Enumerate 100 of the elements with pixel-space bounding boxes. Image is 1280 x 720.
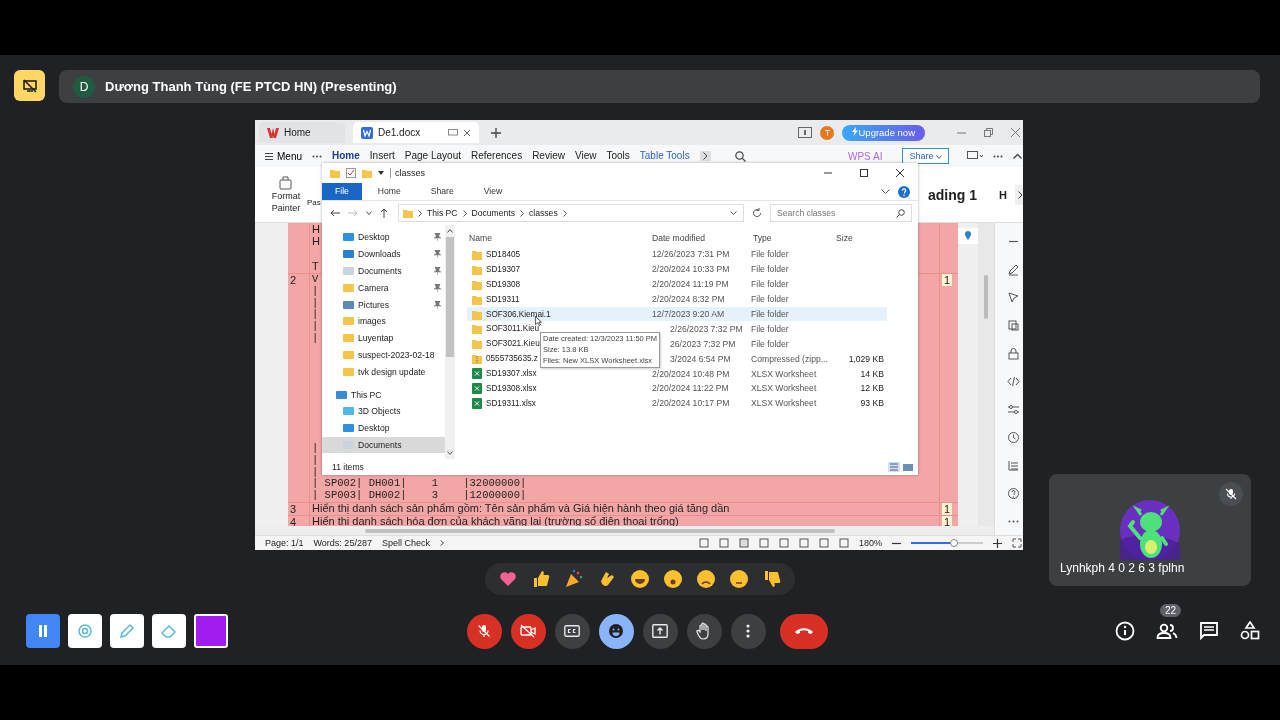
ribbon-tab[interactable]: View [469,183,517,200]
nav-item[interactable]: Desktop [322,419,445,437]
upgrade-button[interactable]: Upgrade now [842,124,925,141]
window-icon[interactable] [798,127,813,138]
collapse-icon[interactable] [1013,153,1022,159]
read-view-icon[interactable] [698,538,709,548]
breadcrumb-item[interactable]: This PC [427,208,458,218]
present-button[interactable] [642,613,678,649]
nav-item[interactable]: 3D Objects [322,402,445,420]
ribbon-tab[interactable]: Page Layout [404,147,461,165]
recent-dropdown-icon[interactable] [366,211,372,215]
zoom-level[interactable]: 180% [858,538,882,548]
ribbon-tab[interactable]: Insert [369,147,395,165]
pin-icon[interactable] [434,233,441,242]
pin-icon[interactable] [434,283,441,292]
list-icon[interactable] [1007,459,1020,472]
nav-item[interactable]: images [322,313,445,330]
ribbon-tab[interactable]: Table Tools [639,147,690,165]
dropdown-icon[interactable] [378,171,384,175]
vertical-scrollbar[interactable] [445,225,455,459]
chat-icon[interactable] [1199,621,1219,641]
code-icon[interactable] [1007,375,1020,388]
column-header[interactable]: Size [834,233,884,243]
microphone-button[interactable] [466,613,502,649]
properties-icon[interactable] [346,168,356,178]
pin-icon[interactable] [434,267,441,275]
copy-icon[interactable] [1007,319,1020,332]
raise-hand-button[interactable] [686,613,722,649]
ribbon-tab[interactable]: Tools [606,147,630,165]
menu-button[interactable]: Menu [265,150,302,162]
file-row[interactable]: SOF306.Kiemai.1 12/7/2023 9:20 AM File folder [467,306,887,322]
eye-view-icon[interactable] [818,538,829,548]
nav-item[interactable]: Luyentap [322,329,445,347]
pause-annotation-button[interactable] [26,614,60,648]
monitor-icon[interactable] [448,128,458,137]
ribbon-tab[interactable]: Review [532,147,565,165]
fit-view-icon[interactable] [838,538,849,548]
word-count[interactable]: Words: 25/287 [313,538,372,548]
web-view-icon[interactable] [798,538,809,548]
scroll-right-button[interactable] [699,151,711,161]
location-pin-icon[interactable] [962,230,974,242]
more-icon[interactable] [312,154,322,158]
paste-button[interactable]: Pas [307,198,321,207]
heading-style[interactable]: ading 1 [928,186,978,203]
horizontal-scrollbar[interactable] [255,526,994,535]
lock-icon[interactable] [1007,347,1020,360]
nav-item[interactable]: Camera [322,279,445,297]
history-icon[interactable] [1007,431,1020,444]
thumbs-down-icon[interactable] [762,569,783,589]
ribbon-tab[interactable]: Home [363,183,415,200]
cursor-icon[interactable] [1007,291,1020,304]
surprised-face-icon[interactable] [663,569,684,589]
ribbon-tab[interactable]: Share [416,183,468,200]
column-header[interactable]: Type [751,233,834,243]
column-header[interactable]: Name [467,233,650,243]
ribbon-tab[interactable]: View [574,147,597,165]
sliders-icon[interactable] [1007,403,1020,416]
more-icon[interactable] [993,154,1003,158]
nav-item[interactable]: tvk design update [322,363,445,381]
nav-item[interactable]: Documents [322,436,445,454]
close-icon[interactable] [463,128,471,137]
nav-item[interactable]: suspect-2023-02-18 [322,346,445,364]
spell-check-button[interactable]: Spell Check [381,538,430,548]
export-view-icon[interactable] [718,538,729,548]
new-tab-icon[interactable] [491,127,501,138]
format-painter-button[interactable]: Format Painter [269,174,303,215]
chevron-right-icon[interactable] [462,209,467,217]
captions-button[interactable] [554,613,590,649]
camera-button[interactable] [510,613,546,649]
comment-icon[interactable] [967,151,983,161]
document-tab[interactable]: Home [259,122,345,143]
nav-item[interactable]: Documents [322,262,445,280]
help-icon[interactable] [1007,487,1020,500]
party-popper-icon[interactable] [563,569,584,589]
nav-item[interactable]: Pictures [322,296,445,313]
close-icon[interactable] [896,169,904,177]
heading-style[interactable]: H [999,188,1007,201]
pin-icon[interactable] [434,300,441,309]
search-icon[interactable] [734,150,746,162]
play-view-icon[interactable] [778,538,789,548]
expand-ribbon-icon[interactable] [881,188,890,195]
pin-icon[interactable] [434,250,441,259]
thinking-face-icon[interactable] [729,569,750,589]
heart-icon[interactable] [497,569,518,589]
breadcrumb-item[interactable]: Documents [471,208,516,218]
help-icon[interactable] [898,185,910,198]
chevron-right-icon[interactable] [562,209,567,217]
maximize-icon[interactable] [860,169,868,177]
back-arrow-icon[interactable] [330,209,340,217]
share-button[interactable]: Share [902,148,949,164]
nav-item[interactable]: This PC [322,386,445,403]
chevron-right-icon[interactable] [520,209,525,217]
ribbon-tab[interactable]: References [471,147,523,165]
pen-icon[interactable] [1007,263,1020,276]
scroll-up-icon[interactable] [447,229,453,233]
refresh-button[interactable] [752,208,762,218]
dropdown-icon[interactable] [730,211,737,215]
leave-call-button[interactable] [779,613,828,649]
restore-icon[interactable] [984,128,993,137]
layout-view-icon[interactable] [738,538,749,548]
